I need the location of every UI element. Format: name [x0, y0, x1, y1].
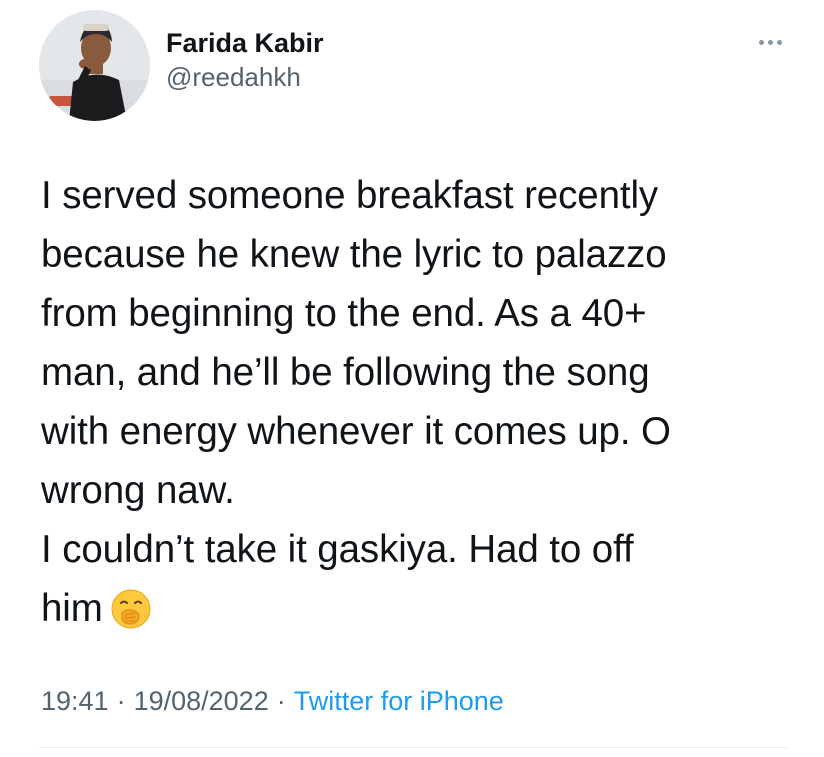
tweet-text-last-line: him: [41, 579, 791, 638]
tweet-text: I served someone breakfast recently beca…: [41, 166, 791, 638]
tweet-detail: Farida Kabir @reedahkh I served someone …: [0, 0, 824, 757]
tweet-source-link[interactable]: Twitter for iPhone: [294, 686, 504, 716]
face-with-hand-over-mouth-emoji-icon: [111, 587, 151, 629]
meta-separator: ·: [116, 686, 126, 716]
author-handle[interactable]: @reedahkh: [166, 60, 324, 94]
tweet-time: 19:41: [41, 686, 109, 716]
avatar[interactable]: [39, 10, 150, 121]
tweet-date: 19/08/2022: [133, 686, 269, 716]
tweet-text-line: I couldn’t take it gaskiya. Had to off: [41, 528, 634, 571]
meta-separator: ·: [276, 686, 286, 716]
more-options-icon-dot: [776, 39, 782, 45]
tweet-text-line: with energy whenever it comes up. O: [41, 410, 671, 453]
tweet-text-line: wrong naw.: [41, 469, 235, 512]
author-display-name[interactable]: Farida Kabir: [166, 26, 324, 60]
divider: [39, 747, 788, 748]
tweet-text-line: man, and he’ll be following the song: [41, 351, 650, 394]
tweet-text-line: from beginning to the end. As a 40+: [41, 292, 647, 335]
tweet-text-line: I served someone breakfast recently: [41, 174, 659, 217]
avatar-photo: [39, 10, 150, 121]
more-options-button[interactable]: [752, 30, 788, 54]
more-options-icon-dot: [767, 39, 773, 45]
tweet-metadata: 19:41 · 19/08/2022 · Twitter for iPhone: [41, 684, 504, 718]
tweet-text-line: him: [41, 587, 103, 630]
tweet-text-line: because he knew the lyric to palazzo: [41, 233, 667, 276]
more-options-icon: [758, 39, 764, 45]
author-info: Farida Kabir @reedahkh: [166, 26, 324, 94]
